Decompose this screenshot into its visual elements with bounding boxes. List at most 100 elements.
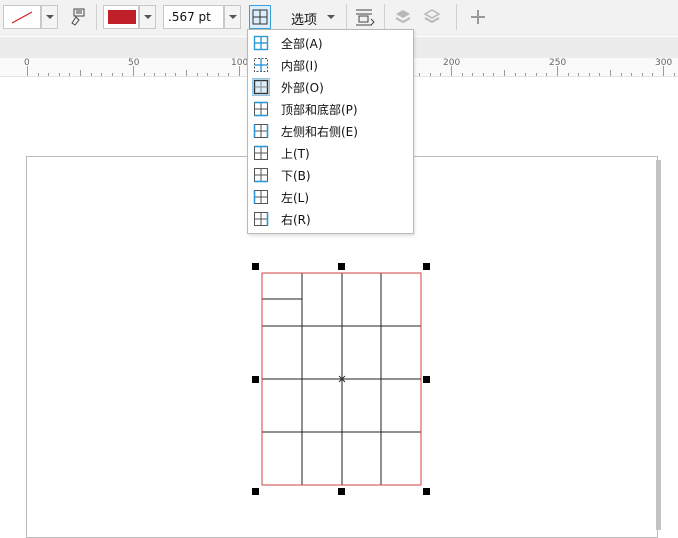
send-backward-icon[interactable] (421, 5, 443, 29)
outline-color-dropdown[interactable] (139, 5, 156, 29)
add-icon[interactable] (466, 5, 490, 29)
ruler-label: 200 (443, 58, 461, 68)
menu-item-label: 左(L) (281, 191, 310, 205)
bring-forward-icon[interactable] (392, 5, 414, 29)
outline-color-picker[interactable] (103, 5, 139, 29)
ruler-tick (101, 73, 103, 76)
ruler-tick (228, 73, 230, 76)
ruler-tick (504, 70, 505, 76)
ruler-tick (154, 73, 156, 76)
separator (456, 4, 457, 30)
separator (346, 4, 347, 30)
menu-item-bottom[interactable]: 下(B) (248, 164, 413, 186)
ruler-tick (546, 73, 548, 76)
ruler-tick (429, 73, 431, 76)
border-grid-icon (252, 9, 268, 25)
border-all-icon (253, 35, 269, 51)
ruler-tick (461, 73, 463, 76)
menu-item-top[interactable]: 上(T) (248, 142, 413, 164)
menu-item-left[interactable]: 左(L) (248, 186, 413, 208)
ruler-tick (164, 73, 166, 76)
border-selector-menu: 全部(A) 内部(I) 外部(O) 顶部和底部(P) 左侧和右侧(E) 上(T)… (247, 29, 414, 234)
ruler-tick (535, 73, 537, 76)
layers-filled-svg (395, 10, 411, 24)
ruler-tick (48, 73, 50, 76)
ruler-label: 100 (231, 58, 249, 68)
ruler-tick (90, 73, 92, 76)
wrap-paragraph-svg (356, 9, 375, 26)
border-outside-icon (252, 78, 270, 96)
ruler-tick (641, 73, 643, 76)
ruler-tick (37, 73, 39, 76)
menu-item-label: 左侧和右侧(E) (281, 125, 358, 139)
menu-item-all[interactable]: 全部(A) (248, 32, 413, 54)
ruler-tick (620, 73, 622, 76)
ruler-tick (69, 73, 71, 76)
ruler-tick (673, 73, 675, 76)
layers-outline-svg (423, 9, 441, 24)
ruler-tick (143, 73, 145, 76)
chevron-down-icon (327, 15, 335, 19)
text-wrap-icon[interactable] (353, 5, 377, 29)
ruler-tick (58, 73, 60, 76)
menu-item-left-right[interactable]: 左侧和右侧(E) (248, 120, 413, 142)
outline-style-dropdown[interactable] (41, 5, 58, 29)
outline-pen-icon[interactable] (66, 5, 90, 29)
border-bottom-icon (254, 168, 268, 183)
menu-item-outside[interactable]: 外部(O) (248, 76, 413, 98)
border-top-icon (254, 145, 268, 160)
ruler-tick (610, 70, 611, 76)
ruler-label: 0 (24, 58, 30, 68)
ruler-tick (80, 70, 81, 76)
border-right-icon (254, 212, 269, 226)
ruler-label: 50 (128, 58, 140, 68)
border-selector-button[interactable] (249, 5, 271, 29)
border-left-icon (253, 190, 268, 204)
ruler-tick (567, 73, 569, 76)
menu-item-label: 右(R) (281, 213, 311, 227)
ruler-tick (196, 73, 198, 76)
separator (384, 4, 385, 30)
ruler-tick (186, 70, 187, 76)
border-top-bottom-icon (254, 101, 268, 117)
page-shadow (656, 160, 661, 530)
outline-width-field[interactable]: .567 pt (163, 5, 224, 29)
ruler-tick (175, 73, 177, 76)
separator (96, 4, 97, 30)
menu-item-label: 外部(O) (281, 81, 324, 95)
outline-width-dropdown[interactable] (224, 5, 241, 29)
border-left-right-icon (253, 124, 269, 138)
ruler-label: 250 (549, 58, 567, 68)
ruler-tick (440, 73, 442, 76)
outline-style-picker[interactable] (3, 5, 41, 29)
ruler-tick (482, 73, 484, 76)
menu-item-inside[interactable]: 内部(I) (248, 54, 413, 76)
ruler-tick (493, 73, 495, 76)
ruler-tick (207, 73, 209, 76)
outline-width-value: .567 pt (168, 10, 211, 24)
ruler-tick (514, 73, 516, 76)
ruler-tick (578, 73, 580, 76)
ruler-tick (599, 73, 601, 76)
table-object[interactable] (250, 260, 434, 500)
menu-item-right[interactable]: 右(R) (248, 208, 413, 230)
ruler-tick (122, 73, 124, 76)
ruler-tick (652, 73, 654, 76)
plus-svg (471, 10, 485, 24)
ruler-tick (588, 73, 590, 76)
ruler-tick (525, 73, 527, 76)
menu-item-label: 上(T) (281, 147, 310, 161)
menu-item-label: 全部(A) (281, 37, 323, 51)
diagonal-line-icon (11, 11, 33, 24)
border-inside-icon (254, 58, 268, 72)
ruler-tick (631, 73, 633, 76)
options-label: 选项 (291, 13, 318, 28)
options-button[interactable]: 选项 (283, 5, 343, 29)
ruler-label: 300 (655, 58, 673, 68)
menu-item-top-bottom[interactable]: 顶部和底部(P) (248, 98, 413, 120)
ruler-tick (419, 73, 421, 76)
menu-item-label: 下(B) (281, 169, 311, 183)
menu-item-label: 顶部和底部(P) (281, 103, 358, 117)
ruler-tick (217, 73, 219, 76)
ruler-tick (111, 73, 113, 76)
